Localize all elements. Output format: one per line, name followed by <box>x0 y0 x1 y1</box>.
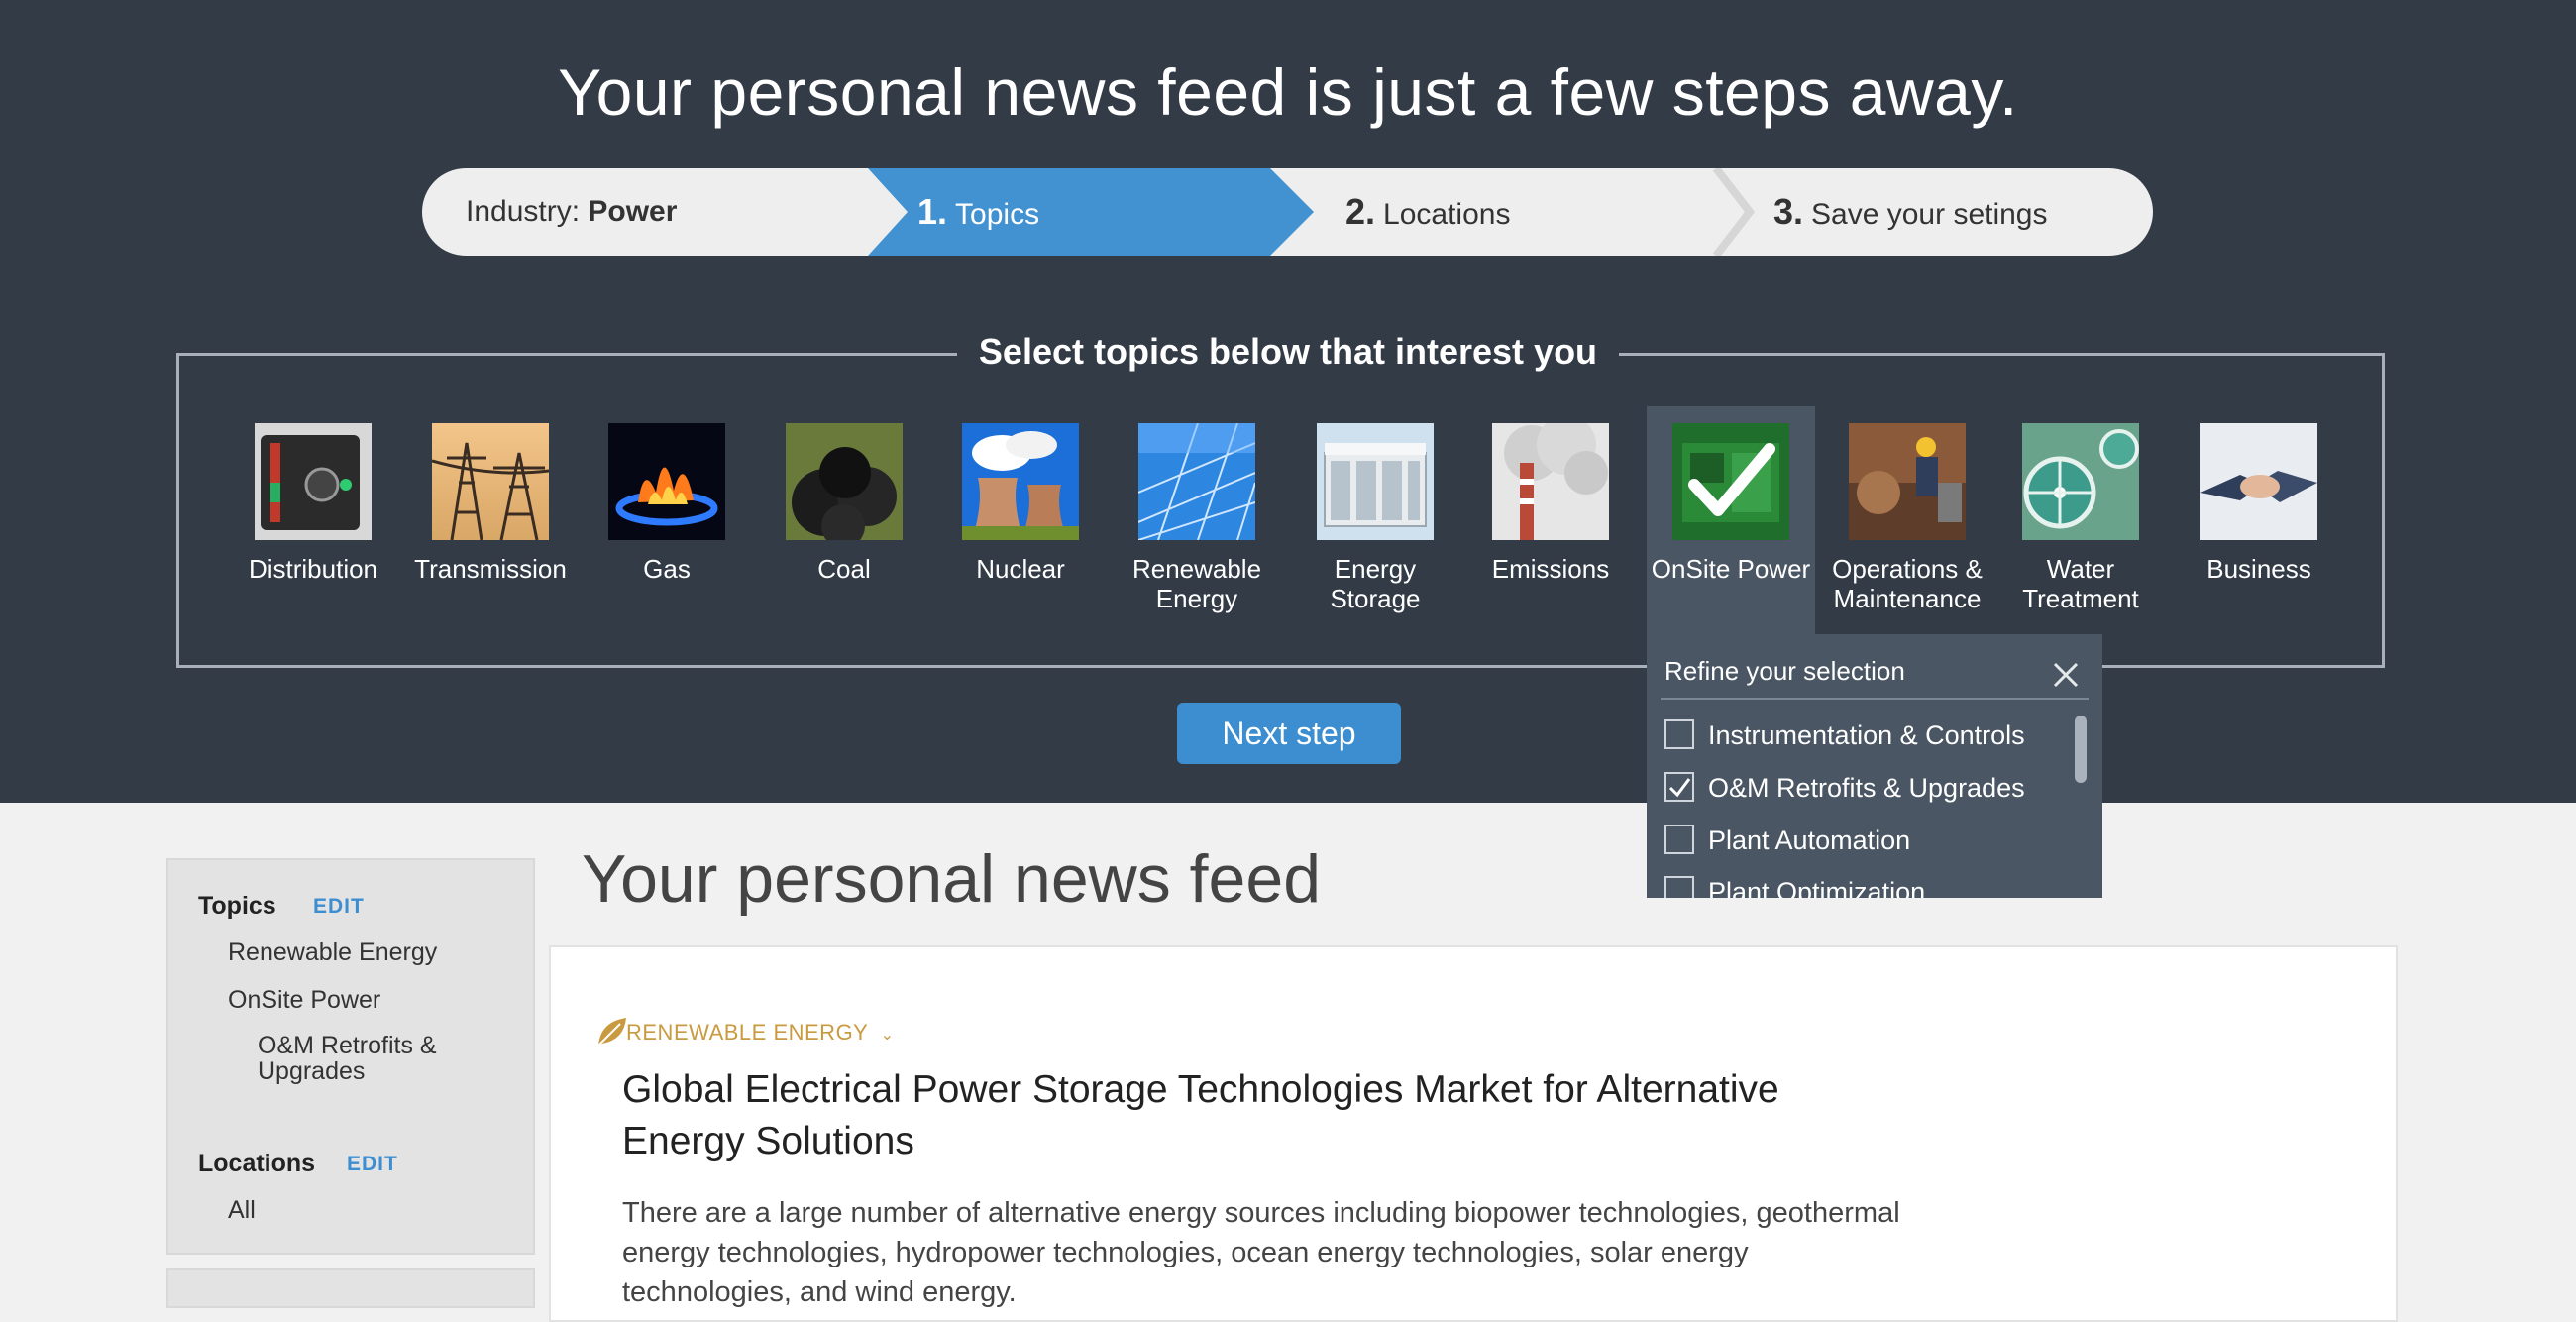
refine-option-om-retrofits-upgrades[interactable]: O&M Retrofits & Upgrades <box>1664 770 2025 806</box>
gas-image <box>608 423 725 540</box>
topic-label: Transmission <box>414 554 567 584</box>
checkbox[interactable] <box>1664 875 1694 898</box>
checkbox[interactable] <box>1664 824 1694 854</box>
sidebar-next-panel <box>166 1268 535 1308</box>
topic-label: Nuclear <box>976 554 1065 584</box>
coal-image <box>786 423 903 540</box>
article-category[interactable]: RENEWABLE ENERGY ⌄ <box>597 1018 895 1047</box>
next-step-button[interactable]: Next step <box>1177 703 1401 764</box>
topic-tile-onsite-power[interactable]: OnSite Power <box>1647 406 1815 636</box>
nuclear-image <box>962 423 1079 540</box>
sidebar-topic-renewable-energy: Renewable Energy <box>228 938 438 966</box>
topics-edit-link[interactable]: EDIT <box>313 895 365 919</box>
refine-scrollbar[interactable] <box>2075 716 2087 783</box>
topics-section-title-wrap: Select topics below that interest you <box>0 331 2576 373</box>
progress-stepper: Industry: Power 1. Topics 2. Locations 3. S… <box>422 168 2153 256</box>
option-label: Instrumentation & Controls <box>1708 720 2025 750</box>
topic-label: Business <box>2206 554 2311 584</box>
energy-storage-image <box>1317 423 1434 540</box>
refine-title: Refine your selection <box>1664 656 1905 686</box>
topic-tile-coal[interactable]: Coal <box>760 423 928 584</box>
topic-tile-distribution[interactable]: Distribution <box>229 423 397 584</box>
industry-prefix: Industry: <box>466 195 589 228</box>
article-excerpt: There are a large number of alternative … <box>622 1197 1900 1308</box>
topic-tile-business[interactable]: Business <box>2175 423 2343 584</box>
step-save-settings[interactable]: 3. Save your setings <box>1773 168 2048 256</box>
step-number: 1. <box>917 191 948 232</box>
topic-label: Renewable Energy <box>1131 554 1262 613</box>
option-label: Plant Optimization <box>1708 877 1926 898</box>
refine-option-instrumentation-controls[interactable]: Instrumentation & Controls <box>1664 717 2025 753</box>
topic-label: Water Treatment <box>2022 554 2139 613</box>
topic-label: OnSite Power <box>1651 554 1811 584</box>
checkbox[interactable] <box>1664 718 1694 749</box>
distribution-image <box>255 423 372 540</box>
sidebar-location-all: All <box>228 1196 256 1224</box>
refine-option-plant-automation[interactable]: Plant Automation <box>1664 823 1910 858</box>
refine-divider <box>1661 698 2089 700</box>
step-topics[interactable]: 1. Topics <box>917 168 1039 256</box>
page-headline: Your personal news feed is just a few st… <box>558 55 2018 129</box>
preferences-sidebar: Topics EDIT Renewable Energy OnSite Powe… <box>166 858 535 1255</box>
step-label: Topics <box>955 198 1040 231</box>
topic-tile-gas[interactable]: Gas <box>583 423 751 584</box>
refine-option-plant-optimization[interactable]: Plant Optimization <box>1664 874 1925 898</box>
category-label: RENEWABLE ENERGY <box>626 1020 868 1045</box>
locations-edit-link[interactable]: EDIT <box>347 1153 398 1176</box>
renewable-energy-image <box>1138 423 1255 540</box>
topics-section-title: Select topics below that interest you <box>956 331 1620 372</box>
onsite-power-image <box>1672 423 1789 540</box>
chevron-down-icon: ⌄ <box>880 1027 895 1044</box>
operations-maintenance-image <box>1849 423 1966 540</box>
close-icon[interactable] <box>2051 660 2081 690</box>
emissions-image <box>1492 423 1609 540</box>
topic-label: Operations & Maintenance <box>1832 554 1983 613</box>
topic-tile-transmission[interactable]: Transmission <box>406 423 575 584</box>
topic-label: Gas <box>643 554 691 584</box>
sidebar-subtopic-om-retrofits: O&M Retrofits & Upgrades <box>258 1032 437 1085</box>
business-image <box>2200 423 2317 540</box>
topic-tile-water-treatment[interactable]: Water Treatment <box>1996 423 2165 613</box>
industry-value: Power <box>588 195 678 228</box>
water-treatment-image <box>2022 423 2139 540</box>
topics-heading: Topics <box>198 892 276 920</box>
topic-tile-emissions[interactable]: Emissions <box>1466 423 1635 584</box>
topic-tile-operations-maintenance[interactable]: Operations & Maintenance <box>1823 423 1991 613</box>
topic-label: Coal <box>817 554 871 584</box>
topic-tile-nuclear[interactable]: Nuclear <box>936 423 1105 584</box>
topic-label: Distribution <box>248 554 378 584</box>
refine-selection-panel: Refine your selection Instrumentation & … <box>1647 634 2102 898</box>
step-label: Locations <box>1383 198 1511 231</box>
option-label: Plant Automation <box>1708 826 1911 855</box>
topic-tile-renewable-energy[interactable]: Renewable Energy <box>1113 423 1281 613</box>
step-label: Save your setings <box>1811 198 2048 231</box>
step-number: 3. <box>1773 191 1804 232</box>
option-label: O&M Retrofits & Upgrades <box>1708 773 2025 803</box>
topic-tile-energy-storage[interactable]: Energy Storage <box>1291 423 1459 613</box>
sidebar-topic-onsite-power: OnSite Power <box>228 986 381 1014</box>
step-industry: Industry: Power <box>466 168 677 256</box>
leaf-icon <box>594 1014 630 1055</box>
step-number: 2. <box>1345 191 1376 232</box>
topic-label: Energy Storage <box>1330 554 1421 613</box>
checkbox-checked[interactable] <box>1664 771 1694 802</box>
locations-heading: Locations <box>198 1150 316 1177</box>
article-title[interactable]: Global Electrical Power Storage Technolo… <box>622 1064 1811 1167</box>
topic-label: Emissions <box>1491 554 1610 584</box>
step-locations[interactable]: 2. Locations <box>1345 168 1510 256</box>
transmission-image <box>432 423 549 540</box>
news-feed-title: Your personal news feed <box>582 841 1322 917</box>
